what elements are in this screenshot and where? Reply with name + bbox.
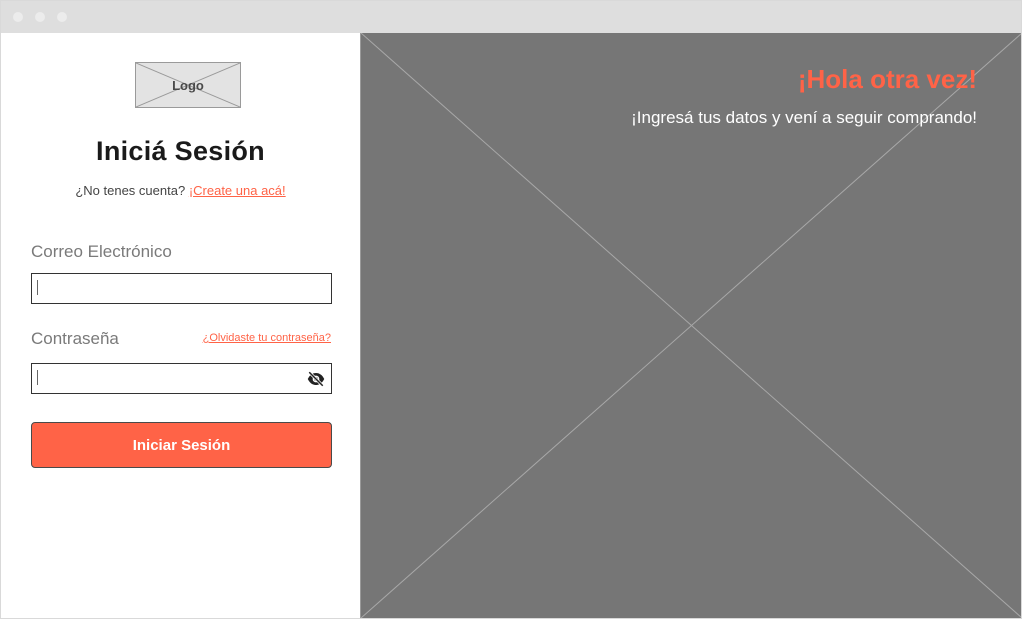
text-caret	[37, 370, 38, 385]
email-field[interactable]	[31, 273, 332, 304]
text-caret	[37, 280, 38, 295]
window-close-dot[interactable]	[13, 12, 23, 22]
login-panel: Logo Iniciá Sesión ¿No tenes cuenta? ¡Cr…	[1, 33, 360, 618]
signup-prompt: ¿No tenes cuenta?	[75, 183, 186, 198]
signup-line: ¿No tenes cuenta? ¡Create una acá!	[1, 183, 360, 198]
password-field[interactable]	[31, 363, 332, 394]
window-maximize-dot[interactable]	[57, 12, 67, 22]
password-label: Contraseña	[31, 329, 119, 348]
page-title: Iniciá Sesión	[96, 136, 265, 166]
window-titlebar	[1, 1, 1021, 33]
eye-off-icon[interactable]	[307, 370, 325, 388]
hero-subtitle: ¡Ingresá tus datos y vení a seguir compr…	[631, 108, 977, 127]
hero-image-placeholder: ¡Hola otra vez! ¡Ingresá tus datos y ven…	[360, 33, 1021, 618]
email-label: Correo Electrónico	[31, 242, 172, 261]
hero-title: ¡Hola otra vez!	[797, 64, 977, 94]
browser-window: Logo Iniciá Sesión ¿No tenes cuenta? ¡Cr…	[0, 0, 1022, 619]
signup-link[interactable]: ¡Create una acá!	[189, 183, 286, 198]
login-submit-button[interactable]: Iniciar Sesión	[31, 422, 332, 468]
logo-placeholder: Logo	[135, 62, 241, 108]
logo-text: Logo	[172, 77, 204, 93]
window-minimize-dot[interactable]	[35, 12, 45, 22]
forgot-password-link[interactable]: ¿Olvidaste tu contraseña?	[203, 332, 331, 344]
